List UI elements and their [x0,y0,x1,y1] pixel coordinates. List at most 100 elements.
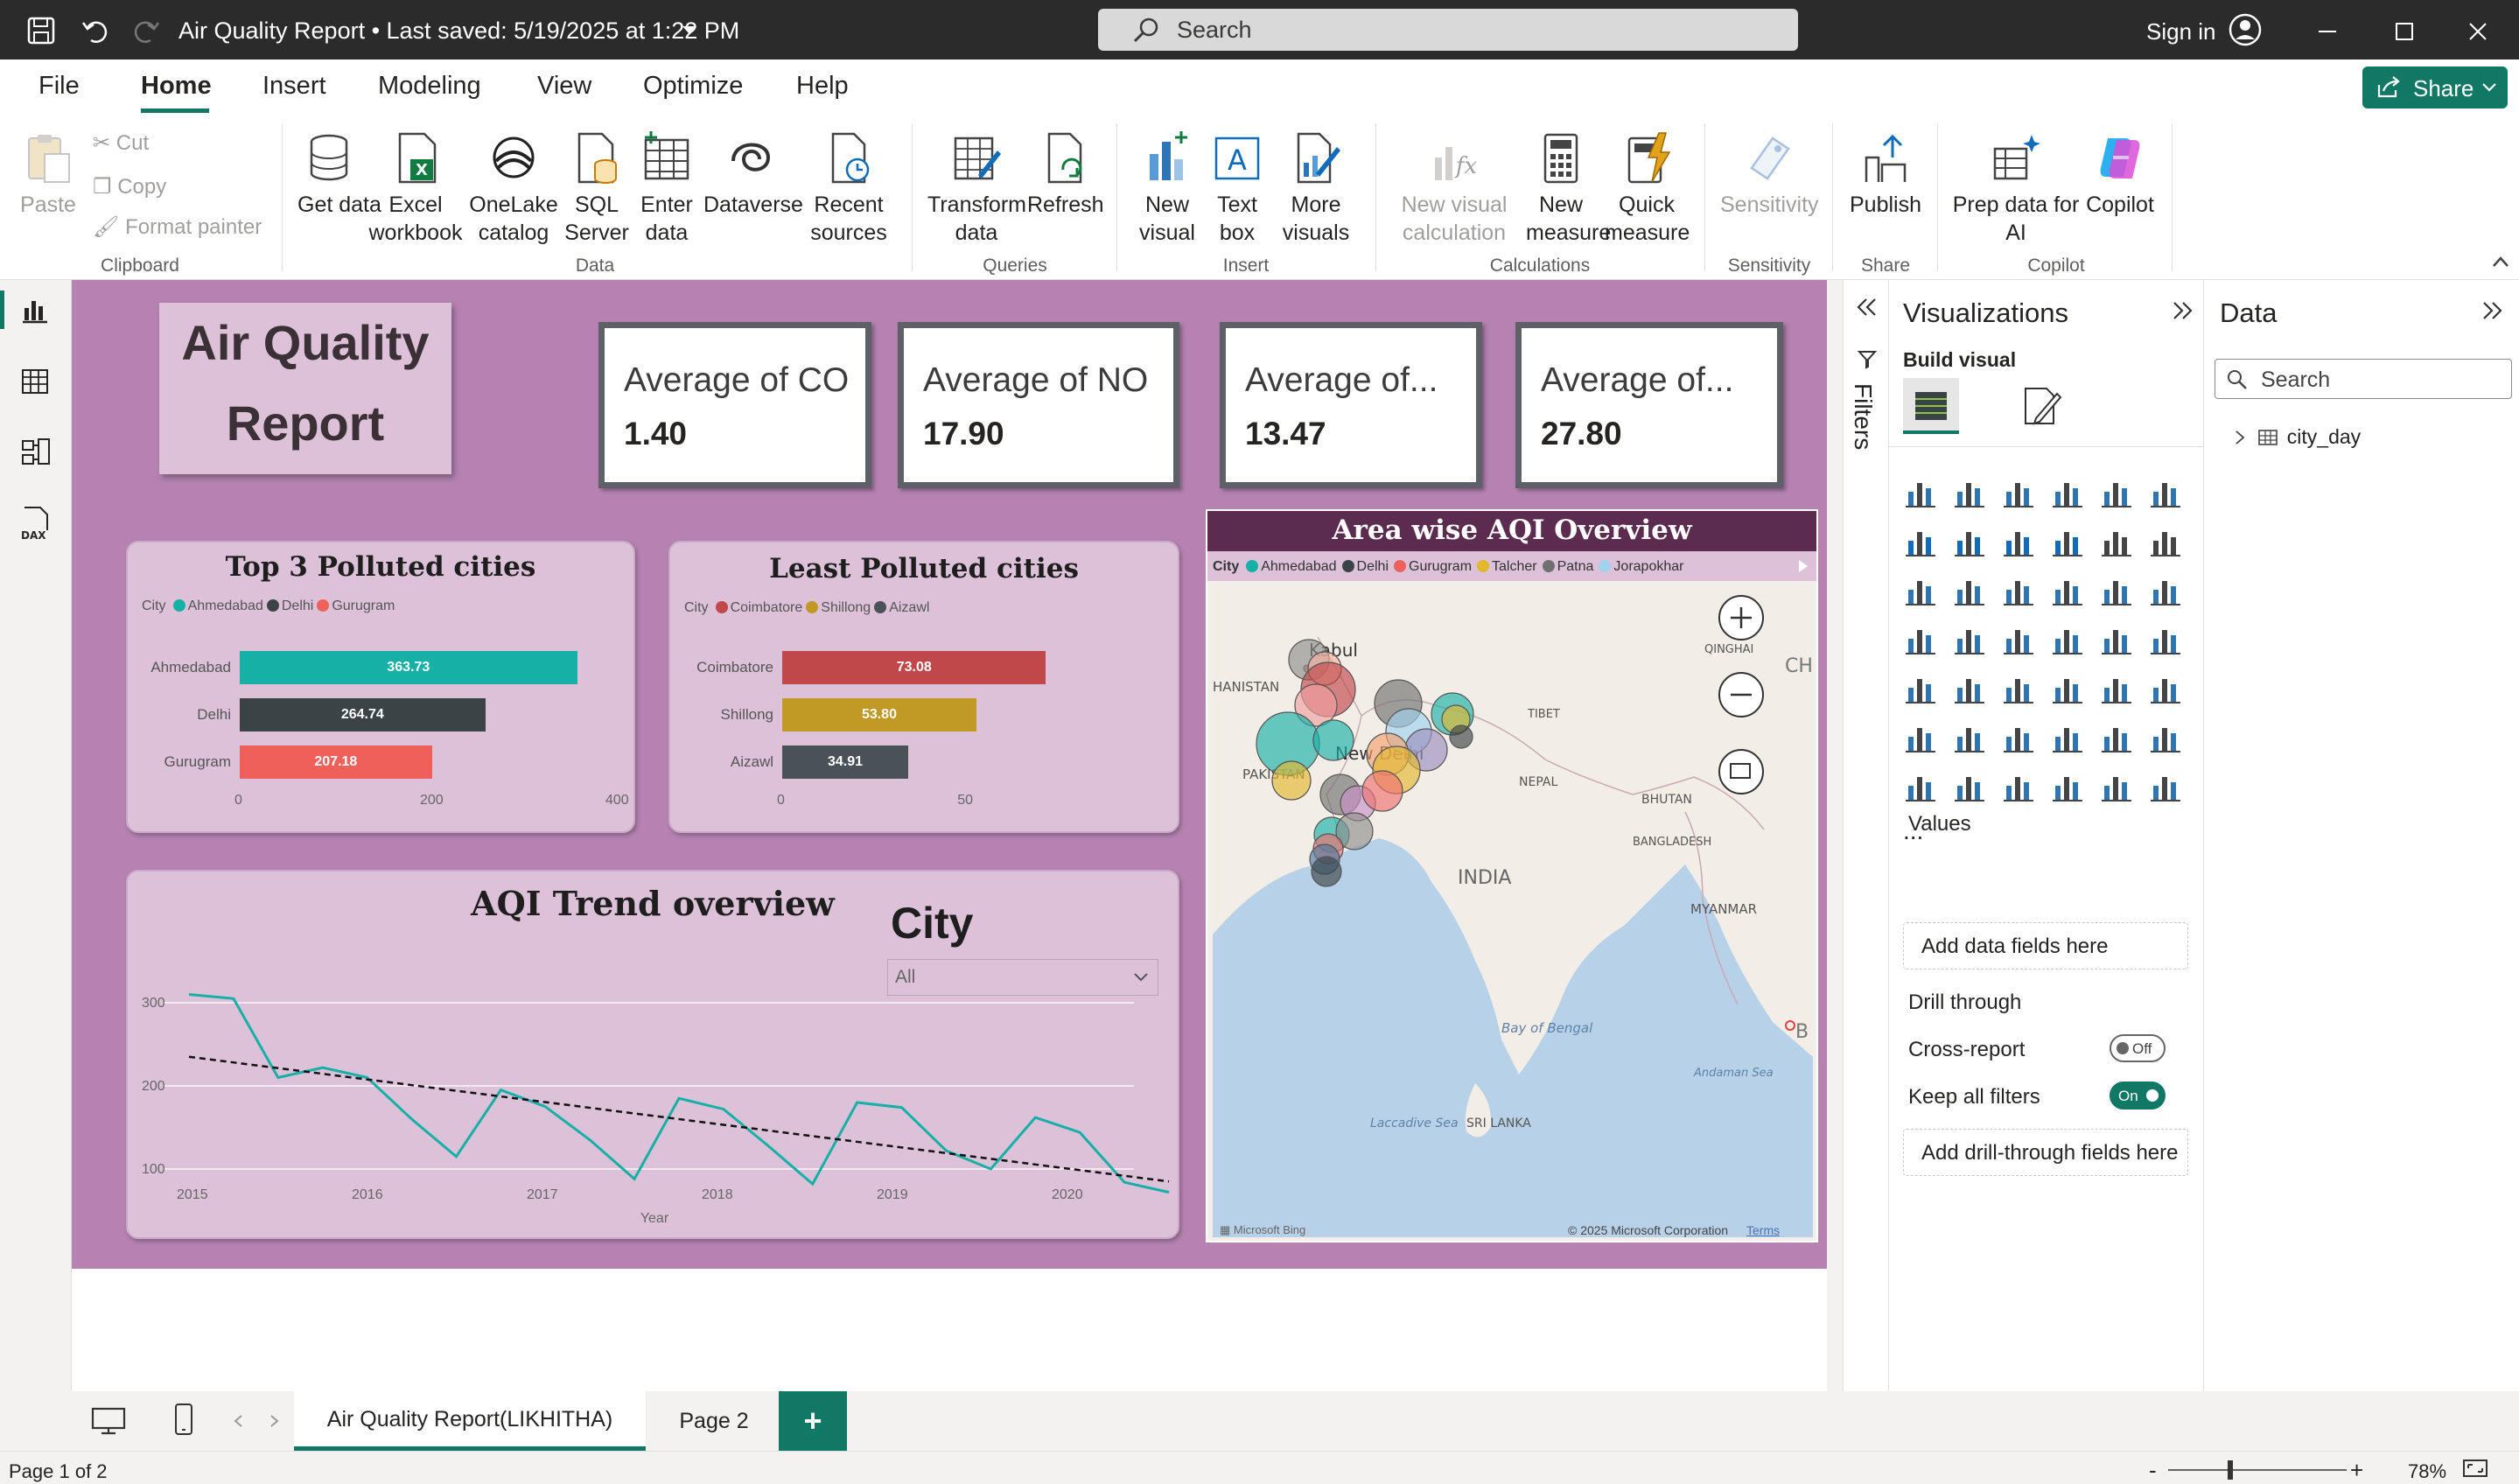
report-view-icon[interactable] [21,298,49,324]
more-visuals-button[interactable]: More visuals [1272,131,1360,247]
legend-item[interactable]: Talcher [1492,559,1537,574]
filters-pane-collapsed[interactable]: Filters [1843,280,1888,1391]
menu-view[interactable]: View [537,72,591,101]
kpi-card-4[interactable]: Average of... 27.80 [1515,322,1783,488]
area-icon[interactable] [1952,523,1987,558]
sql-server-button[interactable]: SQL Server [563,131,630,247]
legend-item[interactable]: Delhi [1357,559,1389,574]
fit-to-page-icon[interactable] [2462,1459,2488,1478]
python-visual-icon[interactable] [1903,719,1938,754]
city-bubble[interactable] [1271,760,1312,801]
line-clustered-column-icon[interactable] [2148,523,2183,558]
100-column-icon[interactable] [2148,474,2183,509]
prep-data-for-ai-button[interactable]: Prep data for AI [1951,131,2081,247]
account-icon[interactable] [2229,13,2262,46]
add-page-button[interactable]: + [779,1391,847,1451]
cut-button[interactable]: ✂ Cut [93,130,149,156]
table-city-day[interactable]: city_day [2234,425,2361,449]
filled-map-icon[interactable] [2001,621,2036,656]
sensitivity-button[interactable]: Sensitivity [1720,131,1819,219]
bar[interactable]: 34.91 [782,746,908,779]
report-title[interactable]: Air Quality Report [159,303,451,474]
stacked-column-icon[interactable] [1952,474,1987,509]
collapse-data-icon[interactable] [2481,301,2503,320]
least-polluted-chart[interactable]: Least Polluted cities City Coimbatore Shil… [668,541,1179,833]
data-search-input[interactable]: Search [2215,359,2512,399]
aqi-line[interactable] [188,993,1170,1194]
excel-workbook-button[interactable]: X Excel workbook [367,131,464,247]
paginated-report-icon[interactable] [1903,768,1938,803]
map-select-icon[interactable] [1718,749,1764,794]
page-tab-active[interactable]: Air Quality Report(LIKHITHA) [294,1391,646,1451]
zoom-in-icon[interactable] [1718,595,1764,640]
slicer-icon[interactable] [2001,670,2036,705]
stacked-area-icon[interactable] [2001,523,2036,558]
legend-next-icon[interactable] [1797,558,1809,574]
next-page-icon[interactable] [269,1414,280,1428]
collapse-ribbon-icon[interactable] [2492,256,2509,268]
narrative-icon[interactable] [2099,719,2134,754]
table-view-icon[interactable] [21,368,49,396]
stacked-bar-icon[interactable] [1903,474,1938,509]
zoom-out-button[interactable]: - [2149,1457,2157,1484]
line-column-icon[interactable] [2099,523,2134,558]
redo-icon[interactable] [131,16,161,46]
format-painter-button[interactable]: 🖌 Format painter [93,214,262,240]
power-automate-icon[interactable] [2001,768,2036,803]
copilot-button[interactable]: Copilot [2081,131,2159,219]
scatter-icon[interactable] [2050,572,2085,607]
share-button[interactable]: Share [2362,66,2508,108]
matrix-icon[interactable] [2099,670,2134,705]
metrics-icon[interactable] [2148,719,2183,754]
build-visual-tab[interactable] [1903,378,1959,434]
card-icon[interactable] [2148,621,2183,656]
legend-item[interactable]: Ahmedabad [1261,559,1336,574]
zoom-slider[interactable] [2168,1469,2347,1471]
enter-data-button[interactable]: Enter data [633,131,700,247]
cross-report-toggle[interactable]: Off [2110,1034,2166,1062]
funnel-icon[interactable] [2001,572,2036,607]
get-data-button[interactable]: Get data [297,131,381,219]
kpi-card-3[interactable]: Average of... 13.47 [1220,322,1482,488]
text-box-button[interactable]: A Text box [1204,131,1270,247]
zoom-slider-thumb[interactable] [2228,1460,2233,1480]
close-icon[interactable] [2467,21,2488,42]
kpi-card-no[interactable]: Average of NO 17.90 [898,322,1179,488]
treemap-icon[interactable] [1903,621,1938,656]
maximize-icon[interactable] [2394,21,2415,42]
new-measure-button[interactable]: New measure [1526,131,1611,247]
menu-file[interactable]: File [38,72,80,101]
power-apps-icon[interactable] [1952,768,1987,803]
previous-page-icon[interactable] [233,1414,243,1428]
title-dropdown-icon[interactable] [681,24,698,37]
menu-optimize[interactable]: Optimize [643,72,743,101]
quick-measure-button[interactable]: Quick measure [1605,131,1690,247]
save-icon[interactable] [26,16,56,46]
legend-item[interactable]: Jorapokhar [1613,559,1683,574]
donut-icon[interactable] [2148,572,2183,607]
transform-data-button[interactable]: Transform data [927,131,1026,247]
aqi-map[interactable]: Area wise AQI Overview City Ahmedabad Delh… [1206,509,1818,1242]
city-bubble[interactable] [1449,724,1473,749]
undo-icon[interactable] [80,16,110,46]
decomposition-tree-icon[interactable] [2001,719,2036,754]
zoom-in-button[interactable]: + [2350,1457,2363,1484]
azure-map-icon[interactable] [2050,621,2085,656]
new-visual-button[interactable]: New visual [1132,131,1202,247]
bar[interactable]: 53.80 [782,698,976,732]
key-influencers-icon[interactable] [1952,719,1987,754]
recent-sources-button[interactable]: Recent sources [801,131,896,247]
r-visual-icon[interactable] [2148,670,2183,705]
city-bubble[interactable] [1311,856,1342,887]
100-bar-icon[interactable] [2099,474,2134,509]
100-area-icon[interactable] [2050,523,2085,558]
table-icon[interactable] [2050,670,2085,705]
page-tab[interactable]: Page 2 [647,1391,780,1451]
line-icon[interactable] [1903,523,1938,558]
refresh-button[interactable]: Refresh [1027,131,1104,219]
city-bubble[interactable] [1312,719,1354,761]
ribbon-icon[interactable] [1903,572,1938,607]
drill-through-drop-zone[interactable]: Add drill-through fields here [1903,1129,2188,1176]
search-box[interactable]: Search [1098,9,1798,51]
bar[interactable]: 363.73 [240,651,577,684]
